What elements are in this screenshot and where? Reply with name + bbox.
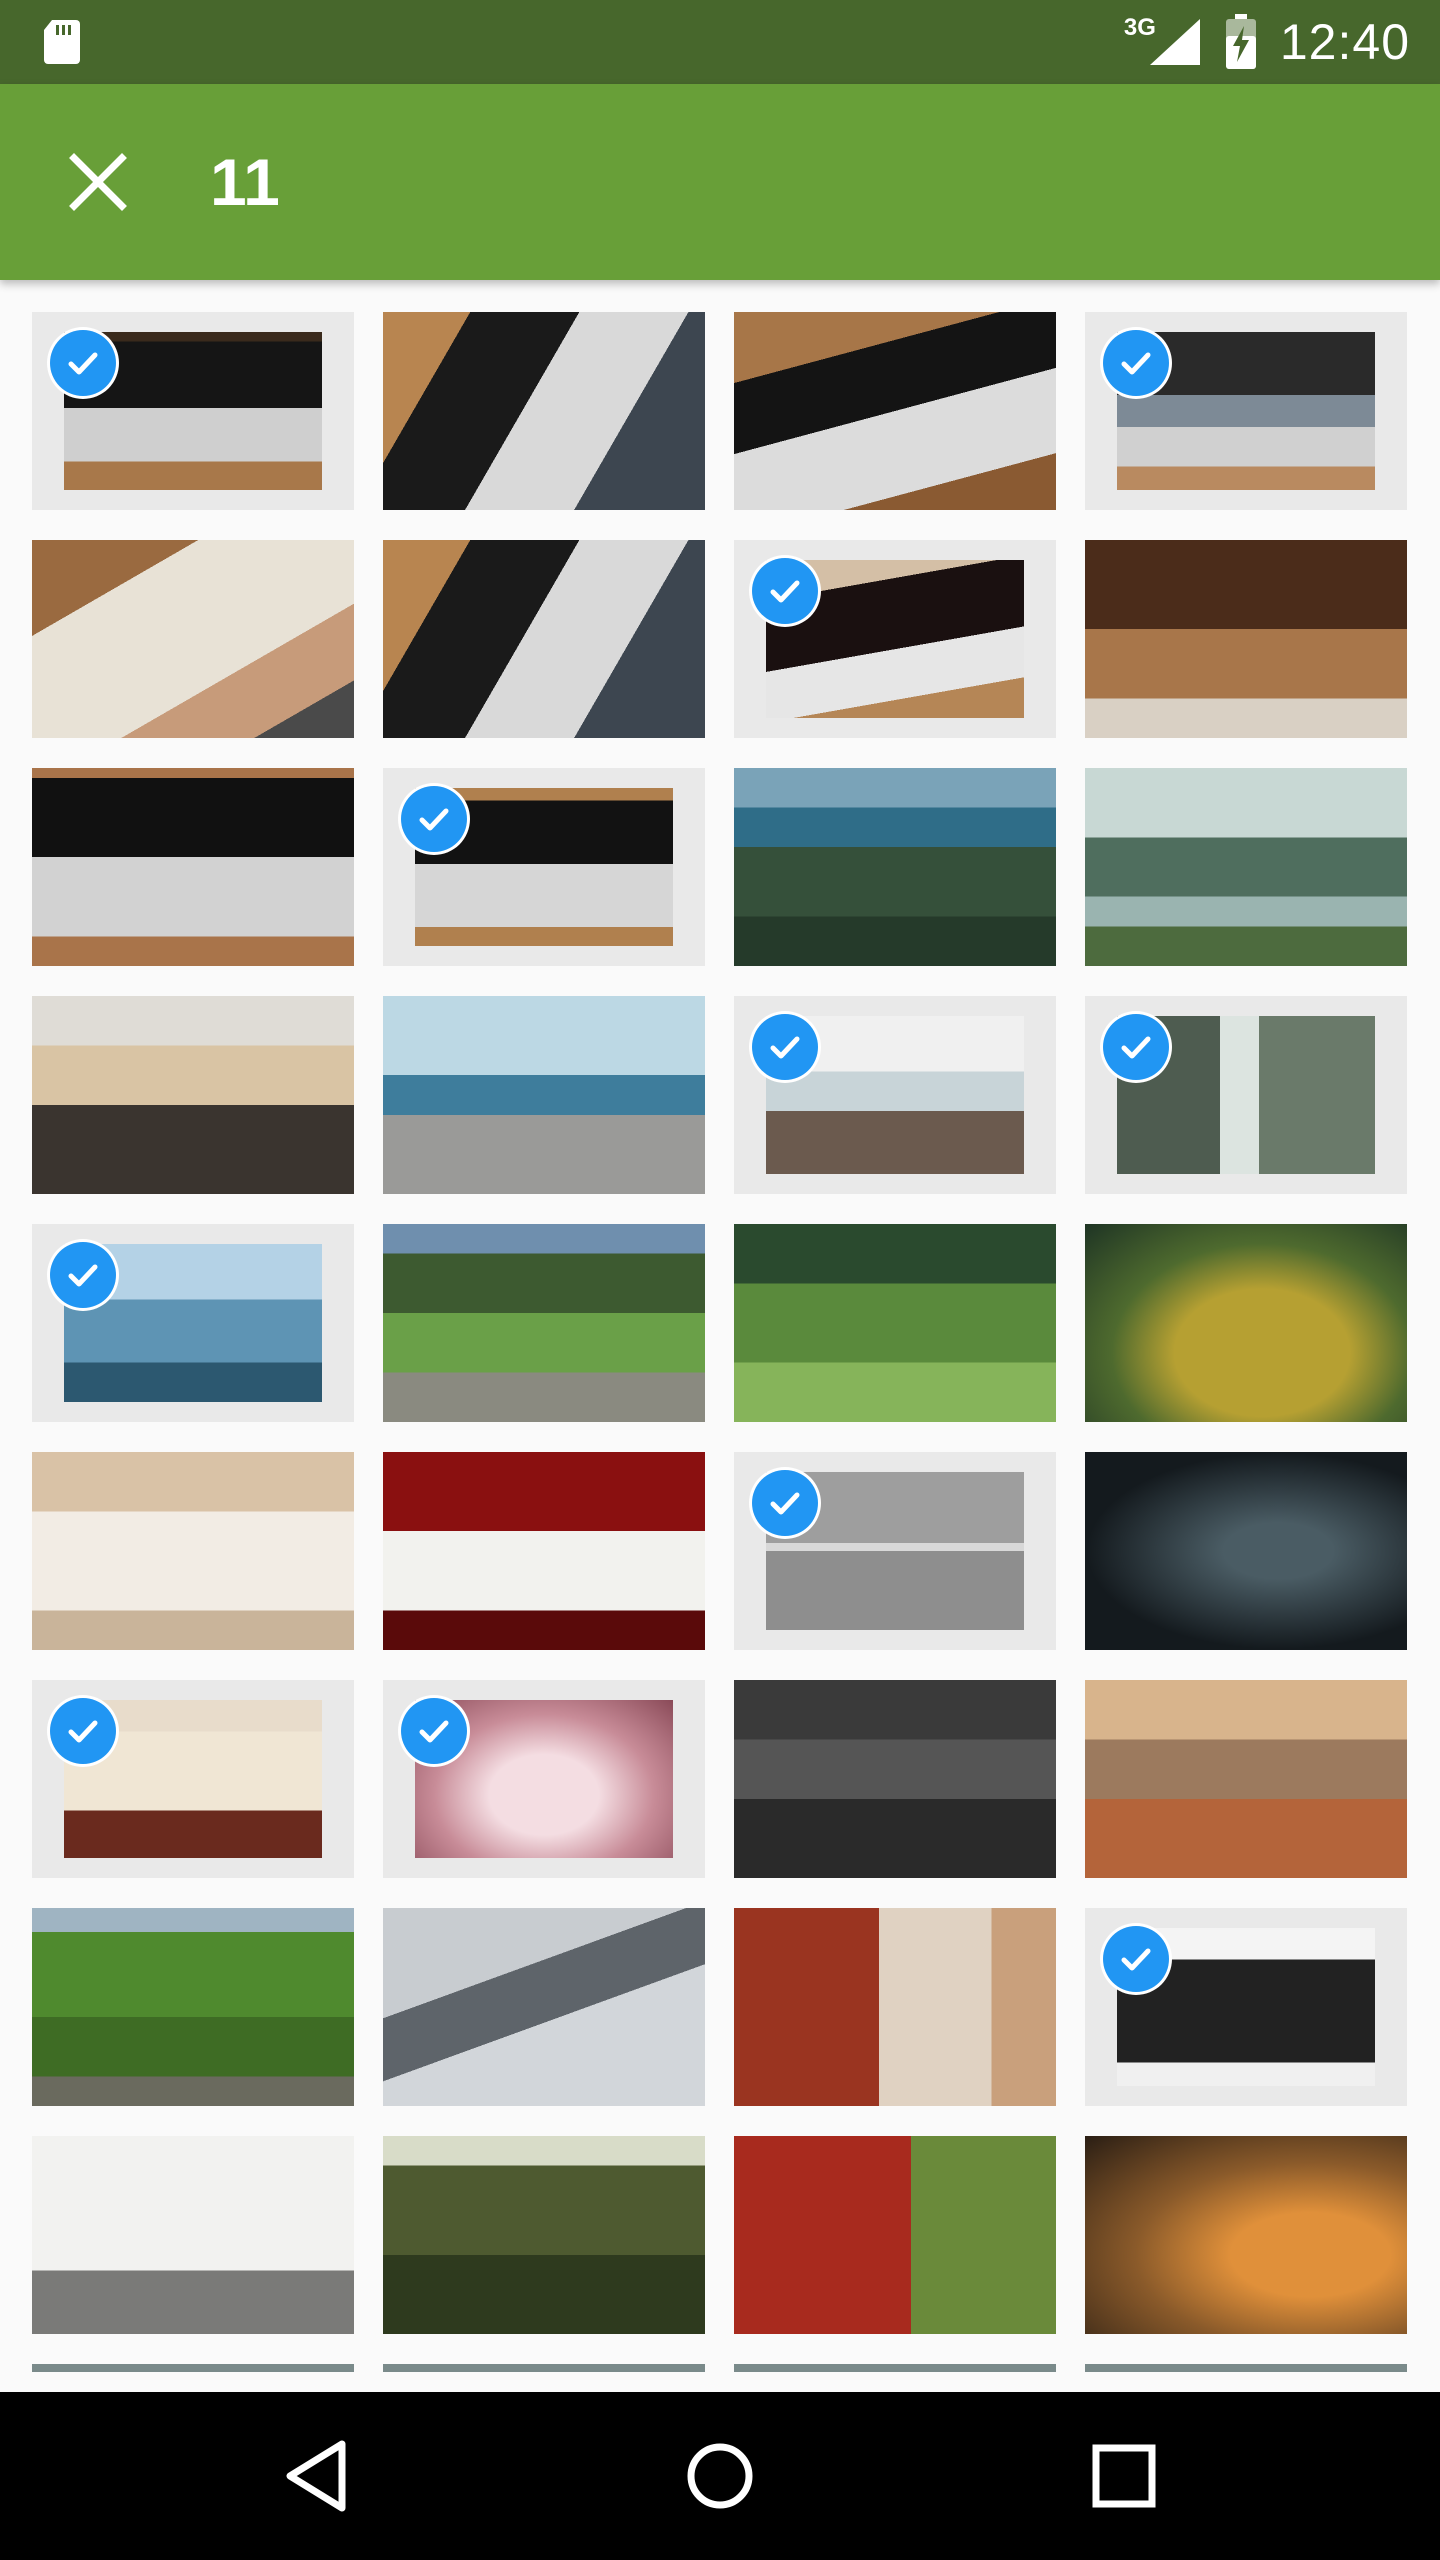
battery-charging-icon xyxy=(1225,14,1256,69)
photo-tile[interactable] xyxy=(32,312,354,510)
photo-tile[interactable] xyxy=(1085,2136,1407,2334)
photo-tile[interactable] xyxy=(734,2136,1056,2334)
check-icon xyxy=(401,1698,467,1764)
photo-tile[interactable] xyxy=(383,768,705,966)
signal-icon xyxy=(1149,19,1200,65)
photo-tile[interactable] xyxy=(32,2364,354,2372)
photo-thumbnail xyxy=(383,2136,705,2334)
photo-tile[interactable] xyxy=(1085,996,1407,1194)
photo-tile[interactable] xyxy=(32,996,354,1194)
photo-thumbnail xyxy=(32,1452,354,1650)
photo-tile[interactable] xyxy=(32,540,354,738)
photo-tile[interactable] xyxy=(383,1452,705,1650)
photo-tile[interactable] xyxy=(734,1452,1056,1650)
photo-tile[interactable] xyxy=(1085,1224,1407,1422)
recents-icon[interactable] xyxy=(1084,2436,1164,2516)
photo-thumbnail xyxy=(734,768,1056,966)
photo-tile[interactable] xyxy=(734,768,1056,966)
photo-tile[interactable] xyxy=(383,1224,705,1422)
photo-tile[interactable] xyxy=(383,540,705,738)
photo-tile[interactable] xyxy=(734,1908,1056,2106)
photo-thumbnail xyxy=(32,2136,354,2334)
photo-tile[interactable] xyxy=(734,540,1056,738)
photo-tile[interactable] xyxy=(383,996,705,1194)
photo-thumbnail xyxy=(383,1224,705,1422)
photo-tile[interactable] xyxy=(734,1224,1056,1422)
check-icon xyxy=(50,1242,116,1308)
photo-tile[interactable] xyxy=(1085,1452,1407,1650)
photo-tile[interactable] xyxy=(32,1452,354,1650)
photo-thumbnail xyxy=(383,2364,705,2372)
photo-tile[interactable] xyxy=(1085,312,1407,510)
photo-tile[interactable] xyxy=(383,2364,705,2372)
photo-thumbnail xyxy=(734,2364,1056,2372)
photo-thumbnail xyxy=(32,996,354,1194)
status-bar: 3G 12:40 xyxy=(0,0,1440,84)
photo-thumbnail xyxy=(383,540,705,738)
photo-tile[interactable] xyxy=(32,1680,354,1878)
photo-thumbnail xyxy=(32,1908,354,2106)
photo-thumbnail xyxy=(383,1452,705,1650)
photo-tile[interactable] xyxy=(32,1908,354,2106)
photo-tile[interactable] xyxy=(1085,1680,1407,1878)
sd-card-icon xyxy=(44,20,80,64)
photo-thumbnail xyxy=(1085,540,1407,738)
photo-tile[interactable] xyxy=(734,2364,1056,2372)
photo-thumbnail xyxy=(734,1224,1056,1422)
photo-thumbnail xyxy=(32,2364,354,2372)
photo-thumbnail xyxy=(1085,1680,1407,1878)
photo-tile[interactable] xyxy=(1085,768,1407,966)
photo-thumbnail xyxy=(1085,2136,1407,2334)
photo-tile[interactable] xyxy=(1085,1908,1407,2106)
photo-tile[interactable] xyxy=(32,1224,354,1422)
photo-thumbnail xyxy=(734,1908,1056,2106)
photo-thumbnail xyxy=(383,1908,705,2106)
photo-tile[interactable] xyxy=(383,312,705,510)
photo-thumbnail xyxy=(734,1680,1056,1878)
photo-thumbnail xyxy=(734,312,1056,510)
photo-tile[interactable] xyxy=(734,312,1056,510)
photo-thumbnail xyxy=(1085,1224,1407,1422)
photo-tile[interactable] xyxy=(1085,2364,1407,2372)
photo-tile[interactable] xyxy=(734,996,1056,1194)
selection-app-bar: 11 xyxy=(0,84,1440,280)
photo-thumbnail xyxy=(32,540,354,738)
back-icon[interactable] xyxy=(276,2436,356,2516)
check-icon xyxy=(50,1698,116,1764)
check-icon xyxy=(401,786,467,852)
photo-thumbnail xyxy=(383,312,705,510)
home-icon[interactable] xyxy=(680,2436,760,2516)
check-icon xyxy=(50,330,116,396)
photo-thumbnail xyxy=(734,2136,1056,2334)
check-icon xyxy=(1103,1014,1169,1080)
check-icon xyxy=(1103,1926,1169,1992)
photo-tile[interactable] xyxy=(383,1680,705,1878)
check-icon xyxy=(752,1470,818,1536)
photo-tile[interactable] xyxy=(383,2136,705,2334)
photo-thumbnail xyxy=(1085,2364,1407,2372)
photo-thumbnail xyxy=(1085,768,1407,966)
photo-thumbnail xyxy=(1085,1452,1407,1650)
photo-tile[interactable] xyxy=(1085,540,1407,738)
clock: 12:40 xyxy=(1279,14,1410,70)
photo-tile[interactable] xyxy=(734,1680,1056,1878)
check-icon xyxy=(752,1014,818,1080)
network-type-label: 3G xyxy=(1123,14,1156,41)
selected-count: 11 xyxy=(210,145,280,219)
photo-tile[interactable] xyxy=(383,1908,705,2106)
check-icon xyxy=(1103,330,1169,396)
photo-tile[interactable] xyxy=(32,768,354,966)
photo-grid xyxy=(32,312,1408,2372)
photo-thumbnail xyxy=(383,996,705,1194)
close-icon[interactable] xyxy=(66,150,130,214)
photo-tile[interactable] xyxy=(32,2136,354,2334)
photo-thumbnail xyxy=(32,768,354,966)
check-icon xyxy=(752,558,818,624)
navigation-bar xyxy=(0,2392,1440,2560)
